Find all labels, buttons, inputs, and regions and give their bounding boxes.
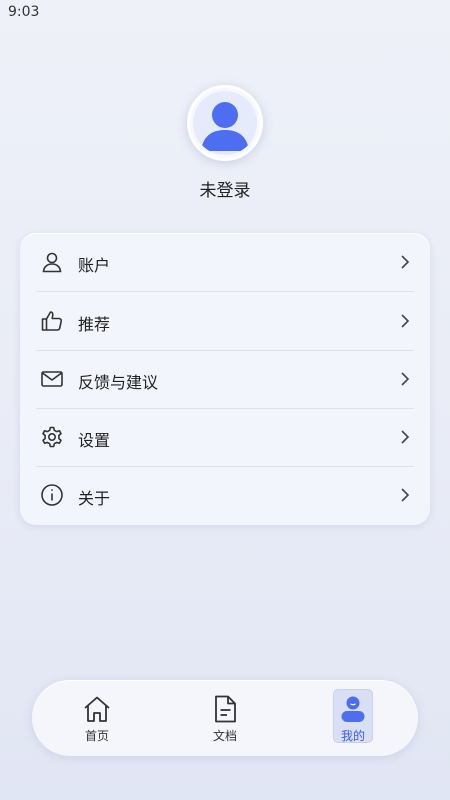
profile-icon xyxy=(341,696,365,722)
nav-label: 我的 xyxy=(340,729,365,743)
menu-label: 设置 xyxy=(78,431,111,450)
menu-item-settings[interactable]: 设置 xyxy=(20,408,430,466)
menu-item-feedback[interactable]: 反馈与建议 xyxy=(20,350,430,408)
nav-tab-home[interactable]: 首页 xyxy=(67,692,127,744)
chevron-right-icon xyxy=(401,255,410,269)
gear-icon xyxy=(42,426,62,448)
home-icon xyxy=(84,696,110,722)
menu-label: 推荐 xyxy=(78,315,111,334)
status-bar: 9:03 xyxy=(0,0,450,26)
chevron-right-icon xyxy=(401,372,410,386)
mail-icon xyxy=(41,371,63,387)
avatar[interactable] xyxy=(187,85,263,161)
document-icon xyxy=(215,695,236,723)
info-icon xyxy=(41,484,63,506)
user-icon xyxy=(42,252,62,273)
status-time: 9:03 xyxy=(8,4,40,20)
chevron-right-icon xyxy=(401,488,410,502)
thumbs-up-icon xyxy=(41,311,63,331)
menu-label: 反馈与建议 xyxy=(78,373,159,392)
menu-label: 关于 xyxy=(78,489,111,508)
nav-tab-documents[interactable]: 文档 xyxy=(195,692,255,744)
menu-item-recommend[interactable]: 推荐 xyxy=(20,292,430,350)
nav-label: 首页 xyxy=(84,729,109,743)
menu-card: 账户 推荐 反馈与建议 设置 关于 xyxy=(20,233,430,525)
bottom-nav: 首页 文档 我的 xyxy=(32,680,418,756)
login-status[interactable]: 未登录 xyxy=(0,176,450,201)
chevron-right-icon xyxy=(401,314,410,328)
nav-tab-mine[interactable]: 我的 xyxy=(323,690,383,744)
user-avatar-icon xyxy=(193,91,257,155)
nav-label: 文档 xyxy=(212,729,237,743)
menu-item-account[interactable]: 账户 xyxy=(20,233,430,291)
menu-label: 账户 xyxy=(78,256,111,275)
chevron-right-icon xyxy=(401,430,410,444)
menu-item-about[interactable]: 关于 xyxy=(20,466,430,524)
